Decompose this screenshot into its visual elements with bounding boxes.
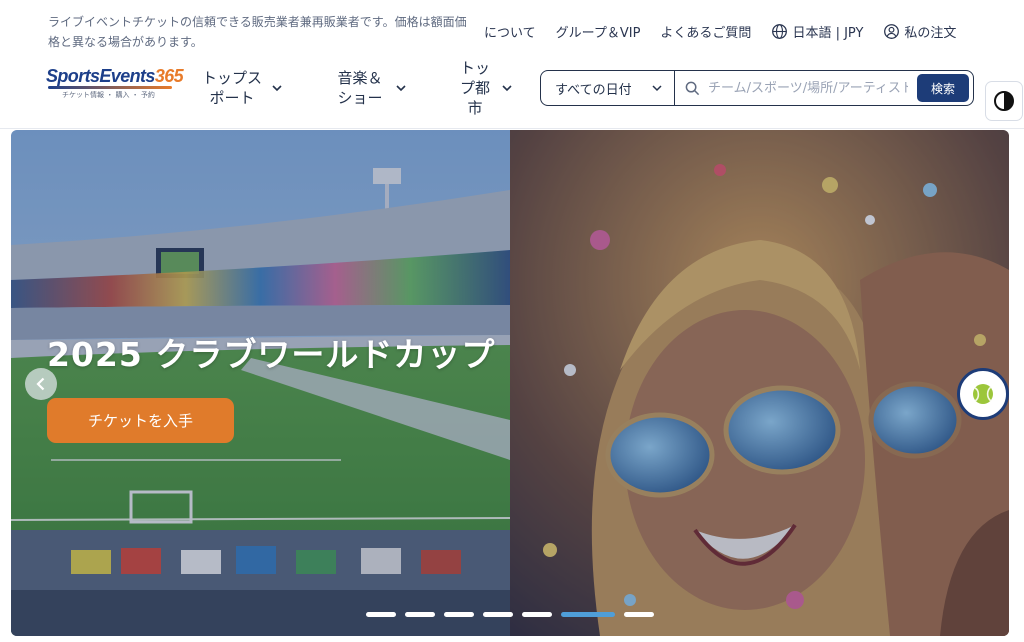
header-divider: [0, 128, 1024, 129]
carousel-dot[interactable]: [483, 612, 513, 617]
nav-top-cities[interactable]: トッ プ都 市: [456, 58, 512, 118]
carousel-dot[interactable]: [522, 612, 552, 617]
my-orders-label: 私の注文: [904, 26, 957, 41]
language-selector[interactable]: 日本語 | JPY: [771, 22, 863, 41]
chevron-down-icon: [396, 84, 406, 91]
chat-button[interactable]: [957, 368, 1009, 420]
groups-vip-link[interactable]: グループ＆VIP: [556, 22, 641, 41]
carousel-dots: [366, 612, 663, 617]
search-bar: すべての日付 検索: [540, 70, 974, 106]
tennis-ball-icon: [973, 384, 993, 404]
date-select[interactable]: すべての日付: [541, 71, 675, 105]
my-orders-link[interactable]: 私の注文: [883, 22, 956, 41]
carousel-dot[interactable]: [444, 612, 474, 617]
carousel-prev-button[interactable]: [25, 368, 57, 400]
faq-link[interactable]: よくあるご質問: [660, 22, 751, 41]
carousel-dot[interactable]: [624, 612, 654, 617]
search-input[interactable]: [708, 80, 908, 96]
carousel-dot[interactable]: [366, 612, 396, 617]
top-links: について グループ＆VIP よくあるご質問 日本語 | JPY 私の注文: [484, 22, 976, 41]
hero-title: 2025 クラブワールドカップ: [47, 335, 496, 374]
language-label: 日本語 | JPY: [792, 26, 864, 41]
nav-music-shows-label: 音楽＆ ショー: [337, 69, 383, 107]
user-icon: [884, 24, 900, 39]
chevron-left-icon: [36, 377, 45, 391]
chevron-down-icon: [502, 84, 512, 91]
get-tickets-button[interactable]: チケットを入手: [47, 398, 234, 443]
site-logo[interactable]: SportsEvents365 チケット情報 ・ 購入 ・ 予約: [46, 66, 184, 100]
hero-overlay: [11, 130, 1009, 636]
chevron-down-icon: [272, 84, 282, 91]
search-button[interactable]: 検索: [917, 74, 969, 102]
carousel-dot[interactable]: [561, 612, 615, 617]
nav-music-shows[interactable]: 音楽＆ ショー: [332, 58, 406, 118]
search-field: [675, 71, 917, 105]
about-link[interactable]: について: [484, 22, 536, 41]
site-notice: ライブイベントチケットの信頼できる販売業者兼再販業者です。価格は額面価格と異なる…: [48, 15, 467, 49]
half-circle-icon: [994, 91, 1014, 111]
nav-top-sports[interactable]: トップス ポート: [200, 58, 282, 118]
search-icon: [685, 81, 700, 95]
date-select-label: すべての日付: [555, 82, 632, 98]
chevron-down-icon: [652, 84, 662, 91]
carousel-dot[interactable]: [405, 612, 435, 617]
logo-wordmark: SportsEvents365: [46, 66, 184, 86]
logo-tagline: チケット情報 ・ 購入 ・ 予約: [62, 91, 155, 99]
theme-toggle-button[interactable]: [985, 81, 1023, 121]
hero-carousel: 2025 クラブワールドカップ チケットを入手: [11, 130, 1009, 636]
logo-swoosh: [48, 86, 172, 89]
globe-icon: [772, 24, 788, 39]
nav-top-sports-label: トップス ポート: [201, 69, 262, 107]
nav-top-cities-label: トッ プ都 市: [459, 59, 490, 117]
